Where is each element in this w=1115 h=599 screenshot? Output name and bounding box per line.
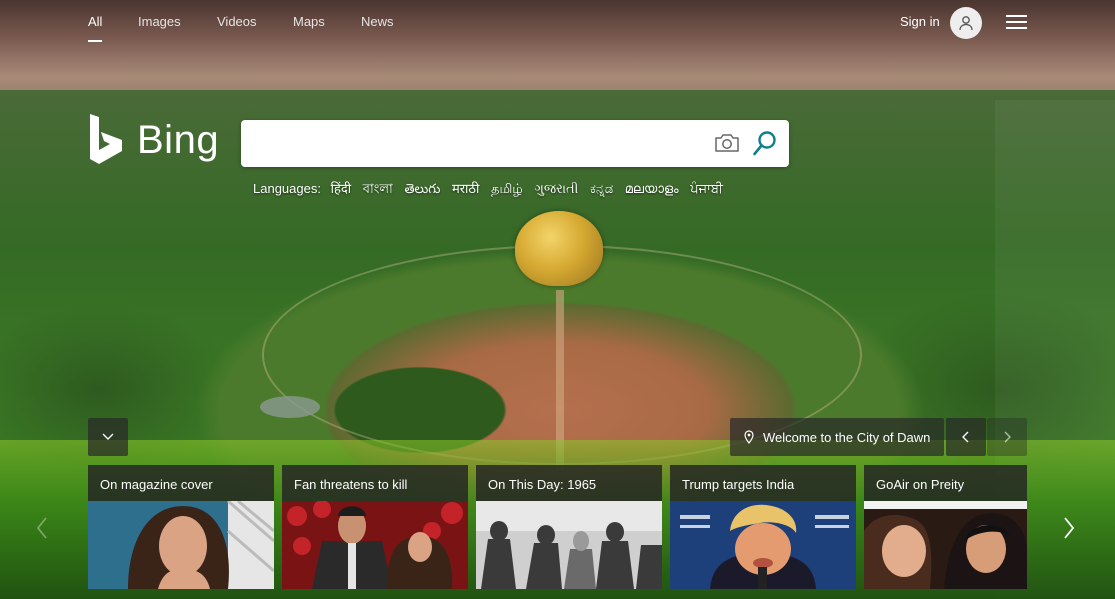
menu-icon[interactable] bbox=[1006, 14, 1028, 32]
language-link-marathi[interactable]: मराठी bbox=[452, 181, 479, 196]
news-card-title: Fan threatens to kill bbox=[294, 477, 408, 492]
news-card-image bbox=[282, 501, 468, 589]
garden-pool bbox=[260, 396, 320, 418]
image-caption[interactable]: Welcome to the City of Dawn bbox=[730, 418, 944, 456]
tab-maps[interactable]: Maps bbox=[293, 14, 325, 29]
news-card-title: Trump targets India bbox=[682, 477, 795, 492]
chevron-down-icon bbox=[102, 433, 114, 440]
news-card[interactable]: Fan threatens to kill bbox=[282, 465, 468, 589]
language-link-hindi[interactable]: हिंदी bbox=[331, 181, 352, 196]
cards-next-button[interactable] bbox=[1057, 510, 1081, 546]
language-link-telugu[interactable]: తెలుగు bbox=[404, 181, 440, 196]
languages-bar: Languages: हिंदी বাংলা తెలుగు मराठी தமிழ… bbox=[253, 179, 731, 201]
language-link-malayalam[interactable]: മലയാളം bbox=[625, 181, 679, 196]
news-card-title: On magazine cover bbox=[100, 477, 213, 492]
language-link-gujarati[interactable]: ગુજરાતી bbox=[534, 181, 578, 196]
news-card[interactable]: On magazine cover bbox=[88, 465, 274, 589]
news-card-image bbox=[670, 501, 856, 589]
language-link-kannada[interactable]: ಕನ್ನಡ bbox=[590, 181, 613, 196]
chevron-left-icon bbox=[36, 517, 47, 539]
news-card-title: GoAir on Preity bbox=[876, 477, 965, 492]
tab-images[interactable]: Images bbox=[138, 14, 181, 29]
collapse-button[interactable] bbox=[88, 418, 128, 456]
search-box bbox=[241, 120, 789, 167]
chevron-right-icon bbox=[1064, 517, 1075, 539]
news-card[interactable]: GoAir on Preity bbox=[864, 465, 1027, 589]
user-icon bbox=[959, 16, 973, 31]
bing-b-icon bbox=[90, 114, 122, 164]
news-card-image bbox=[476, 501, 662, 589]
chevron-right-icon bbox=[1004, 431, 1011, 443]
news-card-image bbox=[88, 501, 274, 589]
previous-image-button[interactable] bbox=[946, 418, 986, 456]
top-nav: All Images Videos Maps News Sign in bbox=[0, 0, 1115, 48]
golden-dome bbox=[515, 211, 603, 286]
image-caption-text: Welcome to the City of Dawn bbox=[763, 429, 931, 445]
language-link-punjabi[interactable]: ਪੰਜਾਬੀ bbox=[690, 181, 723, 196]
sign-in-link[interactable]: Sign in bbox=[900, 14, 940, 29]
bing-logo[interactable]: Bing bbox=[88, 112, 220, 166]
search-input[interactable] bbox=[255, 130, 705, 157]
news-card[interactable]: On This Day: 1965 bbox=[476, 465, 662, 589]
news-card[interactable]: Trump targets India bbox=[670, 465, 856, 589]
news-cards-row: On magazine cover Fan threatens to kill bbox=[88, 465, 1027, 589]
tab-all[interactable]: All bbox=[88, 14, 103, 42]
tab-videos[interactable]: Videos bbox=[217, 14, 257, 29]
tab-news[interactable]: News bbox=[361, 14, 394, 29]
avatar[interactable] bbox=[950, 7, 982, 39]
language-link-bengali[interactable]: বাংলা bbox=[363, 181, 393, 196]
camera-icon[interactable] bbox=[714, 132, 740, 154]
news-card-image bbox=[864, 501, 1027, 589]
search-icon[interactable] bbox=[752, 130, 778, 158]
news-card-title: On This Day: 1965 bbox=[488, 477, 597, 492]
bing-wordmark: Bing bbox=[137, 118, 220, 162]
languages-label: Languages: bbox=[253, 181, 321, 196]
location-pin-icon bbox=[744, 430, 754, 444]
language-link-tamil[interactable]: தமிழ் bbox=[491, 181, 523, 196]
chevron-left-icon bbox=[962, 431, 969, 443]
cards-previous-button[interactable] bbox=[30, 510, 54, 546]
next-image-button[interactable] bbox=[987, 418, 1027, 456]
